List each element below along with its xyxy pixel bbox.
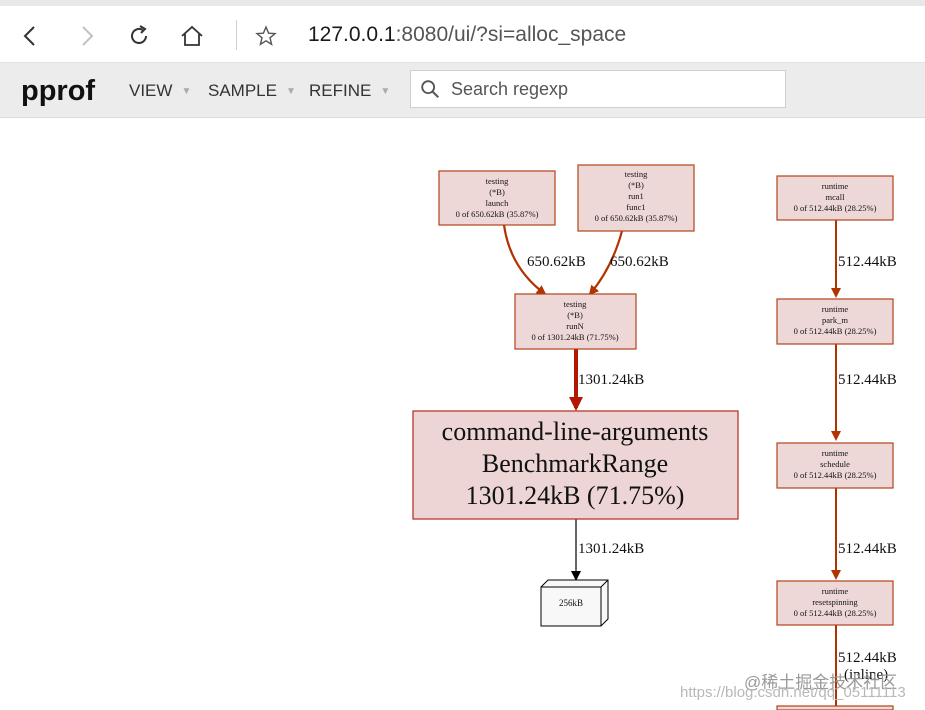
node-text: park_m bbox=[822, 315, 848, 325]
menu-view[interactable]: VIEW ▼ bbox=[129, 81, 191, 101]
edge-label: 650.62kB bbox=[527, 254, 586, 270]
graph-node-testing-runN[interactable]: testing (*B) runN 0 of 1301.24kB (71.75%… bbox=[514, 293, 637, 350]
home-icon bbox=[181, 25, 203, 46]
node-text: runtime bbox=[822, 181, 849, 191]
graph-node-runtime-mcall[interactable]: runtime mcall 0 of 512.44kB (28.25%) bbox=[776, 175, 894, 221]
reload-button[interactable] bbox=[121, 18, 157, 54]
search-input[interactable] bbox=[449, 77, 773, 101]
node-text: 1301.24kB (71.75%) bbox=[466, 481, 685, 510]
address-bar[interactable]: 127.0.0.1:8080/ui/?si=alloc_space bbox=[308, 23, 626, 47]
menu-refine-label: REFINE bbox=[309, 81, 372, 100]
edge-run1-runN[interactable]: 650.62kB bbox=[588, 230, 669, 296]
node-text: schedule bbox=[820, 459, 850, 469]
node-text: mcall bbox=[826, 192, 846, 202]
edge-label: 512.44kB bbox=[838, 254, 897, 270]
menu-sample-label: SAMPLE bbox=[208, 81, 277, 100]
home-button[interactable] bbox=[174, 18, 210, 54]
pprof-header: pprof VIEW ▼ SAMPLE ▼ REFINE ▼ bbox=[0, 63, 925, 118]
menu-sample[interactable]: SAMPLE ▼ bbox=[208, 81, 296, 101]
toolbar-divider bbox=[236, 20, 237, 50]
node-text: 0 of 512.44kB (28.25%) bbox=[794, 608, 877, 618]
graph-node-benchmarkrange[interactable]: command-line-arguments BenchmarkRange 13… bbox=[412, 410, 739, 520]
node-text: run1 bbox=[628, 191, 644, 201]
node-text: testing bbox=[486, 176, 509, 186]
back-button[interactable] bbox=[13, 18, 49, 54]
node-text: 256kB bbox=[559, 598, 583, 608]
caret-down-icon: ▼ bbox=[181, 85, 192, 97]
edge-label: 512.44kB bbox=[838, 541, 897, 557]
node-text: launch bbox=[486, 198, 509, 208]
node-text: 0 of 512.44kB (28.25%) bbox=[794, 203, 877, 213]
edge-mcall-park_m[interactable]: 512.44kB bbox=[831, 220, 897, 298]
browser-toolbar: 127.0.0.1:8080/ui/?si=alloc_space bbox=[0, 6, 925, 63]
graph-node-testing-run1-func1[interactable]: testing (*B) run1 func1 0 of 650.62kB (3… bbox=[577, 164, 695, 232]
back-icon bbox=[23, 26, 35, 46]
node-text: BenchmarkRange bbox=[482, 449, 668, 478]
graph-node-testing-launch[interactable]: testing (*B) launch 0 of 650.62kB (35.87… bbox=[438, 170, 556, 226]
node-text: runtime bbox=[822, 304, 849, 314]
url-host: 127.0.0.1 bbox=[308, 23, 396, 46]
node-text: 0 of 512.44kB (28.25%) bbox=[794, 470, 877, 480]
node-text: (*B) bbox=[628, 180, 644, 190]
favorite-button[interactable] bbox=[248, 18, 284, 54]
edge-park_m-schedule[interactable]: 512.44kB bbox=[831, 344, 897, 441]
node-text: runtime bbox=[822, 448, 849, 458]
node-text: 0 of 650.62kB (35.87%) bbox=[456, 209, 539, 219]
edge-label: 512.44kB bbox=[838, 372, 897, 388]
node-text: command-line-arguments bbox=[442, 417, 709, 446]
graph-node-partial[interactable] bbox=[776, 705, 894, 710]
node-text: (*B) bbox=[567, 310, 583, 320]
watermark-url: https://blog.csdn.net/qq_05111113 bbox=[680, 684, 906, 701]
node-text: 0 of 650.62kB (35.87%) bbox=[595, 213, 678, 223]
menu-refine[interactable]: REFINE ▼ bbox=[309, 81, 390, 101]
star-icon bbox=[255, 25, 277, 46]
menu-view-label: VIEW bbox=[129, 81, 173, 100]
node-text: 0 of 512.44kB (28.25%) bbox=[794, 326, 877, 336]
search-box[interactable] bbox=[410, 70, 786, 108]
forward-button[interactable] bbox=[68, 18, 104, 54]
node-text: (*B) bbox=[489, 187, 505, 197]
edge-label: 512.44kB bbox=[838, 650, 897, 666]
forward-icon bbox=[82, 26, 94, 46]
call-graph: 650.62kB 650.62kB 512.44kB 1301.24kB 512… bbox=[412, 164, 897, 710]
graph-node-runtime-resetspinning[interactable]: runtime resetspinning 0 of 512.44kB (28.… bbox=[776, 580, 894, 626]
edge-launch-runN[interactable]: 650.62kB bbox=[502, 224, 586, 296]
edge-label: 650.62kB bbox=[610, 254, 669, 270]
node-text: resetspinning bbox=[812, 597, 858, 607]
node-text: func1 bbox=[626, 202, 645, 212]
edge-bench-alloc[interactable]: 1301.24kB bbox=[571, 519, 644, 581]
reload-icon bbox=[131, 25, 147, 44]
graph-node-alloc-256kb[interactable]: 256kB bbox=[540, 579, 609, 627]
edge-schedule-resetspinning[interactable]: 512.44kB bbox=[831, 488, 897, 580]
node-text: testing bbox=[625, 169, 648, 179]
caret-down-icon: ▼ bbox=[285, 85, 296, 97]
node-text: 0 of 1301.24kB (71.75%) bbox=[531, 332, 618, 342]
edge-label: 1301.24kB bbox=[578, 541, 644, 557]
graph-node-runtime-park_m[interactable]: runtime park_m 0 of 512.44kB (28.25%) bbox=[776, 298, 894, 345]
edge-label: 1301.24kB bbox=[578, 372, 644, 388]
page-title: pprof bbox=[21, 75, 96, 107]
node-text: runtime bbox=[822, 586, 849, 596]
node-text: runN bbox=[566, 321, 583, 331]
caret-down-icon: ▼ bbox=[380, 85, 391, 97]
graph-node-runtime-schedule[interactable]: runtime schedule 0 of 512.44kB (28.25%) bbox=[776, 442, 894, 489]
url-path: :8080/ui/?si=alloc_space bbox=[395, 23, 627, 46]
search-icon bbox=[421, 80, 439, 98]
node-text: testing bbox=[564, 299, 587, 309]
edge-runN-bench[interactable]: 1301.24kB bbox=[569, 349, 644, 411]
